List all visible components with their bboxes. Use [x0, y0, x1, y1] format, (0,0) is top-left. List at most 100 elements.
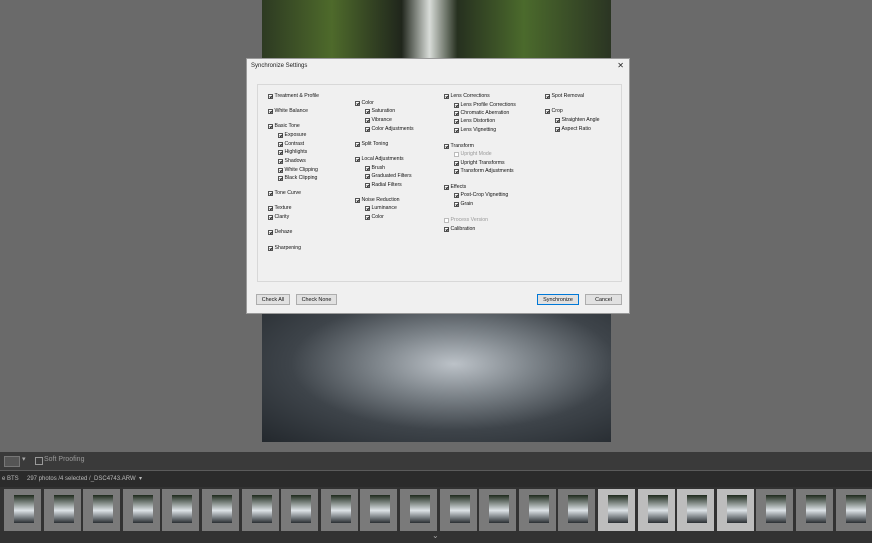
checkbox-luminance[interactable]: Luminance [365, 205, 397, 211]
check-all-button[interactable]: Check All [256, 294, 290, 305]
checkbox-radial-filters[interactable]: Radial Filters [365, 182, 402, 188]
checkbox-box[interactable] [365, 108, 370, 114]
filmstrip-thumbnail[interactable] [479, 489, 517, 531]
checkbox-chromatic-aberration[interactable]: Chromatic Aberration [454, 110, 509, 116]
checkbox-dehaze[interactable]: Dehaze [268, 229, 292, 235]
checkbox-box[interactable] [545, 108, 550, 114]
view-options-chevron-icon[interactable]: ▾ [22, 455, 26, 463]
close-icon[interactable]: ✕ [617, 61, 624, 70]
checkbox-color[interactable]: Color [365, 214, 384, 220]
filmstrip-thumbnail[interactable] [122, 489, 160, 531]
filmstrip-thumbnail[interactable] [439, 489, 477, 531]
filmstrip-thumbnail[interactable] [162, 489, 200, 531]
cancel-button[interactable]: Cancel [585, 294, 622, 305]
checkbox-treatment-profile[interactable]: Treatment & Profile [268, 93, 319, 99]
checkbox-box[interactable] [454, 168, 459, 174]
filmstrip-thumbnail[interactable] [320, 489, 358, 531]
checkbox-box[interactable] [278, 175, 283, 181]
checkbox-box[interactable] [444, 226, 449, 232]
filmstrip-status-chevron-icon[interactable]: ▾ [139, 475, 142, 482]
checkbox-tone-curve[interactable]: Tone Curve [268, 190, 301, 196]
checkbox-shadows[interactable]: Shadows [278, 158, 306, 164]
checkbox-box[interactable] [355, 141, 360, 147]
checkbox-texture[interactable]: Texture [268, 205, 292, 211]
filmstrip-thumbnail[interactable] [558, 489, 596, 531]
checkbox-box[interactable] [454, 127, 459, 133]
checkbox-box[interactable] [444, 184, 449, 190]
checkbox-box[interactable] [268, 214, 273, 220]
checkbox-noise-reduction[interactable]: Noise Reduction [355, 197, 400, 203]
checkbox-box[interactable] [355, 100, 360, 106]
checkbox-box[interactable] [268, 123, 273, 129]
checkbox-upright-transforms[interactable]: Upright Transforms [454, 160, 505, 166]
checkbox-box[interactable] [268, 245, 273, 251]
checkbox-grain[interactable]: Grain [454, 201, 473, 207]
filmstrip-thumbnail[interactable] [756, 489, 794, 531]
filmstrip-thumbnail[interactable] [796, 489, 833, 531]
checkbox-box[interactable] [278, 132, 283, 138]
checkbox-highlights[interactable]: Highlights [278, 149, 307, 155]
filmstrip-thumbnail[interactable] [518, 489, 556, 531]
checkbox-box[interactable] [278, 141, 283, 147]
filmstrip-thumbnail[interactable] [241, 489, 279, 531]
filmstrip-thumbnail[interactable] [83, 489, 121, 531]
checkbox-box[interactable] [365, 205, 370, 211]
checkbox-sharpening[interactable]: Sharpening [268, 245, 301, 251]
checkbox-box[interactable] [268, 229, 273, 235]
filmstrip-status[interactable]: 297 photos /4 selected /_DSC4743.ARW [27, 476, 136, 482]
checkbox-box[interactable] [268, 108, 273, 114]
checkbox-box[interactable] [454, 110, 459, 116]
filmstrip-thumbnail[interactable] [400, 489, 437, 531]
checkbox-box[interactable] [365, 173, 370, 179]
checkbox-color[interactable]: Color [355, 100, 374, 106]
check-none-button[interactable]: Check None [296, 294, 337, 305]
filmstrip-thumbnail[interactable] [281, 489, 319, 531]
soft-proofing-checkbox[interactable] [35, 457, 43, 465]
filmstrip-thumbnail[interactable] [677, 489, 715, 531]
checkbox-lens-profile-corrections[interactable]: Lens Profile Corrections [454, 102, 516, 108]
filmstrip-thumbnail[interactable] [4, 489, 41, 531]
checkbox-box[interactable] [278, 167, 283, 173]
checkbox-box[interactable] [365, 126, 370, 132]
checkbox-box[interactable] [444, 143, 449, 149]
filmstrip-thumbnail[interactable] [598, 489, 635, 531]
checkbox-white-balance[interactable]: White Balance [268, 108, 308, 114]
filmstrip-thumbnail[interactable] [360, 489, 398, 531]
checkbox-brush[interactable]: Brush [365, 165, 385, 171]
source-label[interactable]: e BTS [2, 476, 19, 482]
checkbox-lens-distortion[interactable]: Lens Distortion [454, 118, 495, 124]
checkbox-box[interactable] [545, 93, 550, 99]
checkbox-box[interactable] [365, 117, 370, 123]
checkbox-box[interactable] [268, 205, 273, 211]
checkbox-box[interactable] [555, 126, 560, 132]
checkbox-contrast[interactable]: Contrast [278, 141, 304, 147]
checkbox-lens-corrections[interactable]: Lens Corrections [444, 93, 490, 99]
checkbox-box[interactable] [454, 118, 459, 124]
checkbox-box[interactable] [454, 192, 459, 198]
checkbox-basic-tone[interactable]: Basic Tone [268, 123, 300, 129]
filmstrip-thumbnail[interactable] [835, 489, 872, 531]
checkbox-exposure[interactable]: Exposure [278, 132, 306, 138]
checkbox-white-clipping[interactable]: White Clipping [278, 167, 318, 173]
synchronize-button[interactable]: Synchronize [537, 294, 579, 305]
checkbox-local-adjustments[interactable]: Local Adjustments [355, 156, 404, 162]
filmstrip-thumbnail[interactable] [716, 489, 754, 531]
checkbox-crop[interactable]: Crop [545, 108, 563, 114]
filmstrip-scroll-arrow-icon[interactable]: ⌄ [432, 531, 439, 540]
checkbox-aspect-ratio[interactable]: Aspect Ratio [555, 126, 591, 132]
view-toggle-icon[interactable] [4, 456, 20, 467]
checkbox-box[interactable] [268, 93, 273, 99]
checkbox-box[interactable] [365, 165, 370, 171]
checkbox-box[interactable] [355, 197, 360, 203]
checkbox-lens-vignetting[interactable]: Lens Vignetting [454, 127, 496, 133]
checkbox-box[interactable] [555, 117, 560, 123]
filmstrip-thumbnail[interactable] [43, 489, 81, 531]
checkbox-calibration[interactable]: Calibration [444, 226, 475, 232]
checkbox-box[interactable] [454, 201, 459, 207]
checkbox-effects[interactable]: Effects [444, 184, 466, 190]
checkbox-post-crop-vignetting[interactable]: Post-Crop Vignetting [454, 192, 508, 198]
checkbox-box[interactable] [365, 214, 370, 220]
checkbox-graduated-filters[interactable]: Graduated Filters [365, 173, 412, 179]
checkbox-color-adjustments[interactable]: Color Adjustments [365, 126, 414, 132]
checkbox-transform-adjustments[interactable]: Transform Adjustments [454, 168, 514, 174]
